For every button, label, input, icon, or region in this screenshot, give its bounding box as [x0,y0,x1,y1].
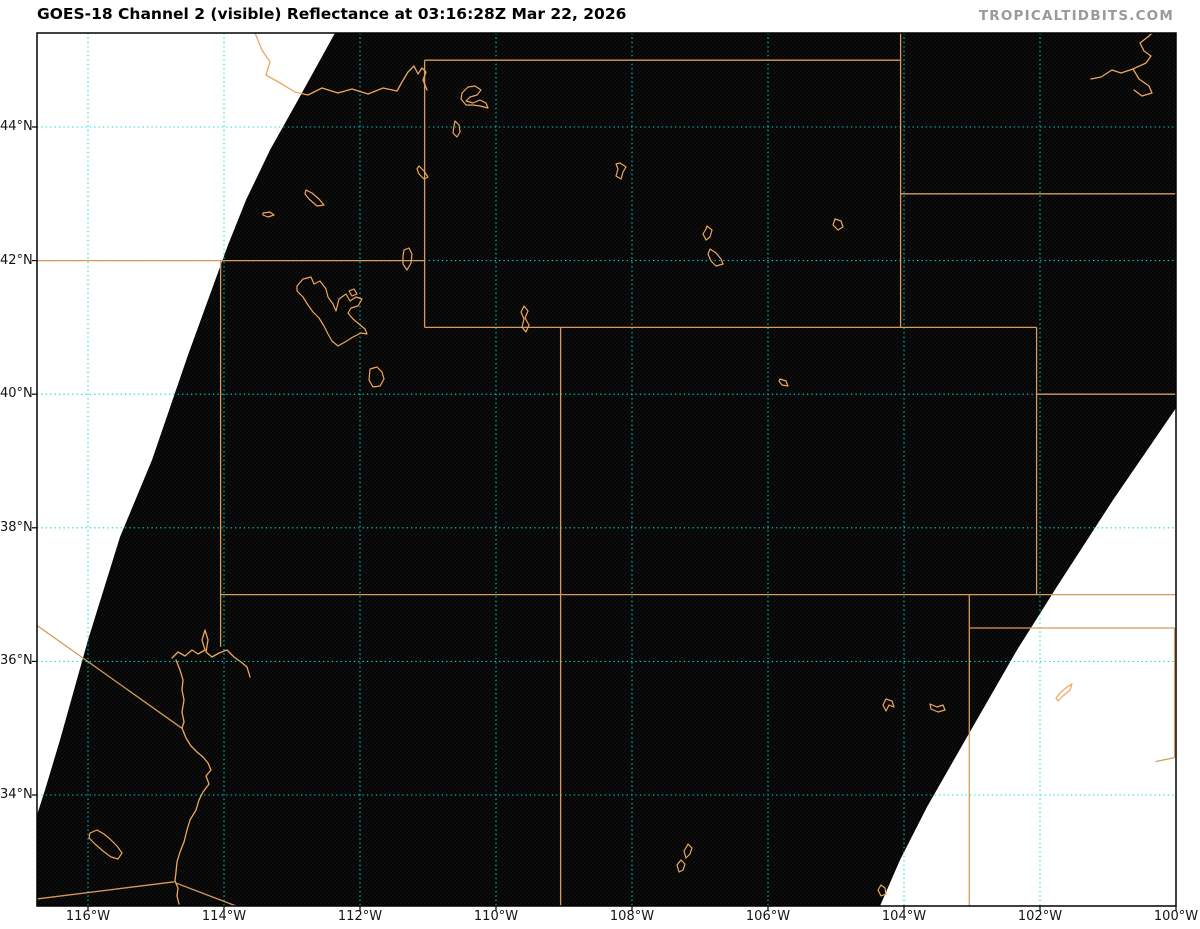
x-tick-label: 100°W [1153,909,1199,924]
scan-area-texture [37,33,1176,906]
border-red-river-border [1155,756,1175,763]
x-tick-label: 116°W [65,909,111,924]
y-tick-label: 40°N [0,386,33,402]
x-tick-label: 108°W [609,909,655,924]
x-tick-label: 114°W [201,909,247,924]
lake-lake-meredith [1055,683,1073,702]
y-tick-label: 36°N [0,653,33,669]
satellite-map [32,32,1177,911]
x-tick-label: 110°W [473,909,519,924]
x-tick-label: 104°W [881,909,927,924]
map-plot-area [37,33,1176,906]
y-tick-label: 42°N [0,252,33,268]
y-tick-label: 44°N [0,119,33,134]
x-tick-label: 106°W [745,909,791,924]
x-tick-label: 112°W [337,909,383,924]
y-tick-label: 38°N [0,519,33,535]
x-tick-label: 102°W [1017,909,1063,924]
y-tick-label: 34°N [0,787,33,802]
goes-satellite-page: GOES-18 Channel 2 (visible) Reflectance … [0,0,1200,929]
